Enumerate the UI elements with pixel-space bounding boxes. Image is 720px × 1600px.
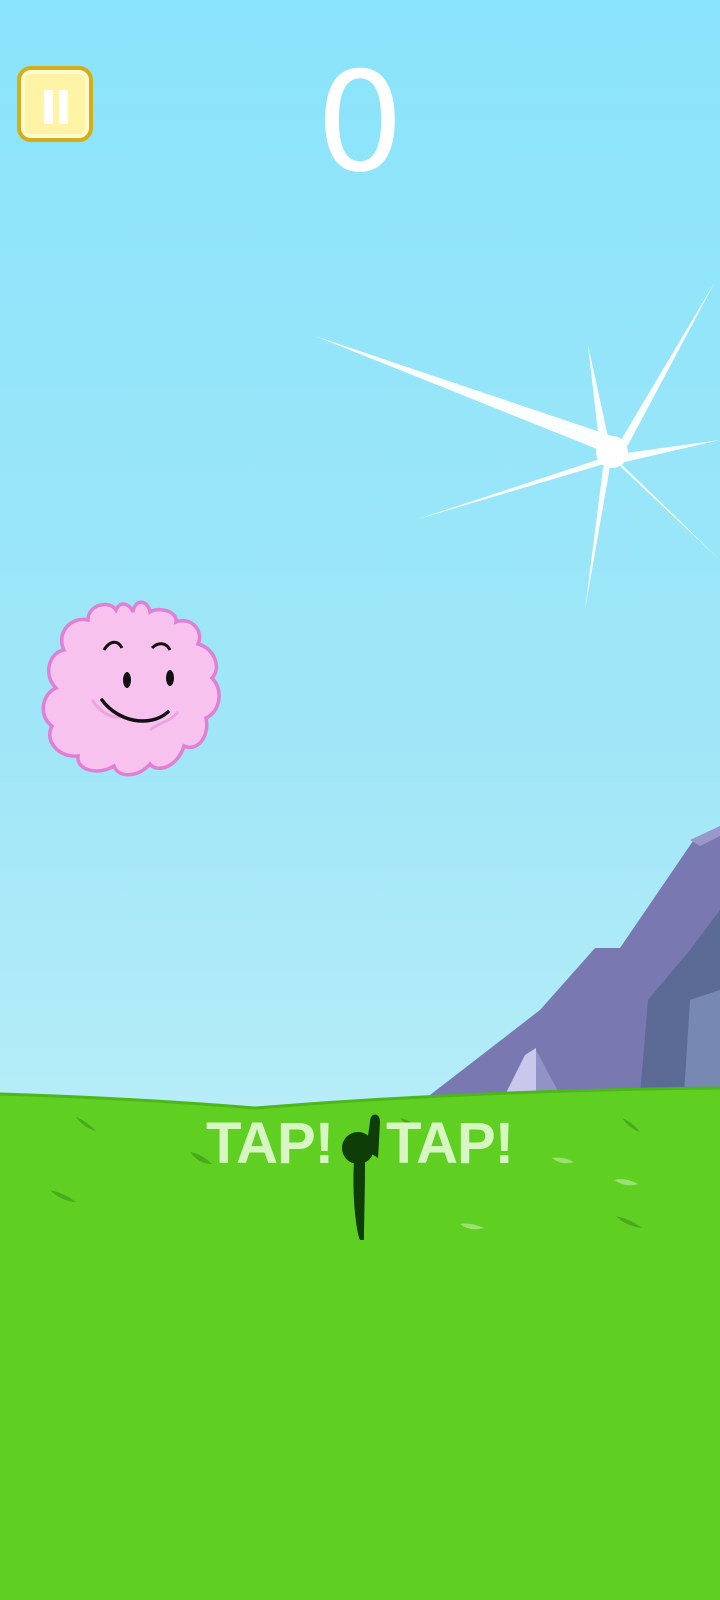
finger-tap-icon: [342, 1114, 380, 1240]
game-stage[interactable]: 0 TAP! TAP!: [0, 0, 720, 1600]
